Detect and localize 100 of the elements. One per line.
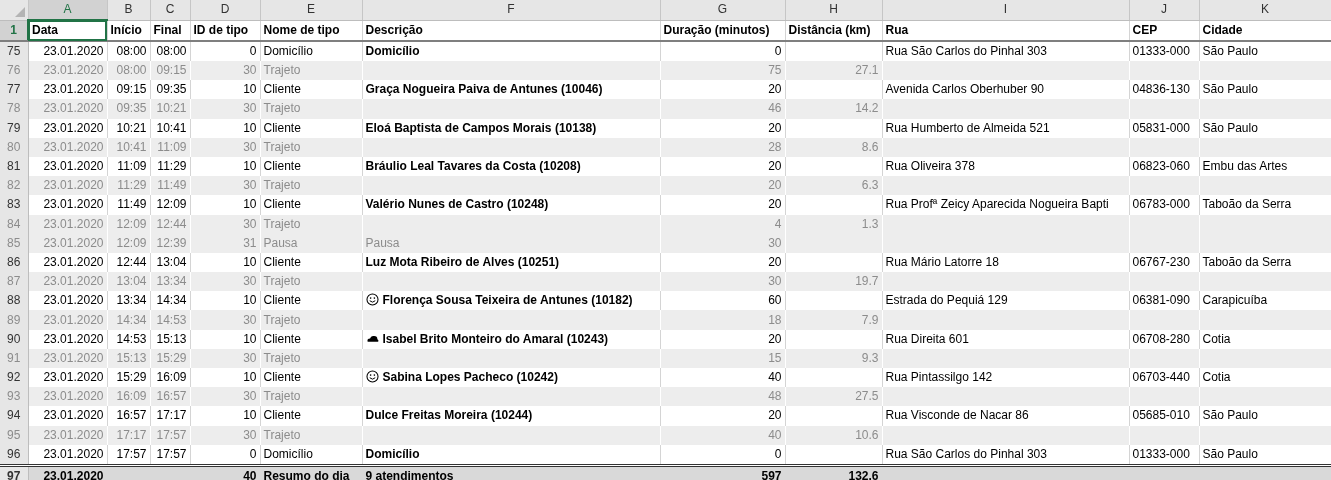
table-cell: Rua Visconde de Nacar 86	[882, 406, 1129, 426]
table-cell: 30	[190, 310, 260, 330]
header-cell[interactable]: Início	[107, 20, 150, 41]
row-number[interactable]: 86	[0, 252, 28, 273]
table-cell: Rua Direita 601	[882, 329, 1129, 349]
row-number[interactable]: 75	[0, 41, 28, 61]
table-cell: São Paulo	[1199, 118, 1331, 138]
table-cell: 20	[660, 118, 785, 138]
header-cell[interactable]: ID de tipo	[190, 20, 260, 41]
table-cell: 9 atendimentos	[362, 465, 660, 480]
table-cell: 13:34	[150, 272, 190, 292]
table-cell: 597	[660, 465, 785, 480]
row-number[interactable]: 97	[0, 465, 28, 480]
table-cell: 19.7	[785, 272, 882, 292]
column-header[interactable]: E	[260, 0, 362, 20]
row-number[interactable]: 1	[0, 20, 28, 41]
table-cell: 06708-280	[1129, 329, 1199, 349]
table-cell: 6.3	[785, 176, 882, 196]
header-cell[interactable]: Rua	[882, 20, 1129, 41]
table-cell: 12:09	[107, 214, 150, 234]
table-cell: 30	[190, 387, 260, 407]
table-cell: 30	[190, 61, 260, 81]
table-cell: 15:29	[150, 348, 190, 368]
row-number[interactable]: 88	[0, 291, 28, 311]
table-cell: Trajeto	[260, 310, 362, 330]
column-header[interactable]: F	[362, 0, 660, 20]
table-cell: 30	[660, 272, 785, 292]
row-number[interactable]: 77	[0, 80, 28, 100]
table-cell: Taboão da Serra	[1199, 195, 1331, 215]
table-cell: 13:04	[107, 272, 150, 292]
header-cell[interactable]: Duração (minutos)	[660, 20, 785, 41]
table-cell: 30	[190, 348, 260, 368]
table-cell: 14:53	[107, 329, 150, 349]
table-cell: Trajeto	[260, 348, 362, 368]
table-cell: 23.01.2020	[28, 176, 107, 196]
table-cell: 132.6	[785, 465, 882, 480]
table-cell: 05831-000	[1129, 118, 1199, 138]
header-cell[interactable]: CEP	[1129, 20, 1199, 41]
table-cell: 11:49	[107, 195, 150, 215]
table-cell: 10:41	[150, 118, 190, 138]
table-cell: 10	[190, 118, 260, 138]
table-cell: Rua Profª Zeicy Aparecida Nogueira Bapti	[882, 195, 1129, 215]
header-cell[interactable]: Final	[150, 20, 190, 41]
header-cell[interactable]: Distância (km)	[785, 20, 882, 41]
table-cell: 12:44	[150, 214, 190, 234]
select-all-corner-icon[interactable]	[15, 7, 25, 18]
column-header[interactable]: K	[1199, 0, 1331, 20]
table-cell: 46	[660, 99, 785, 119]
table-cell: 10	[190, 329, 260, 349]
table-cell: Trajeto	[260, 176, 362, 196]
header-cell[interactable]: Data	[28, 20, 107, 41]
row-number[interactable]: 79	[0, 118, 28, 138]
header-cell[interactable]: Nome de tipo	[260, 20, 362, 41]
table-cell: 17:57	[150, 425, 190, 445]
table-cell: 23.01.2020	[28, 310, 107, 330]
smiley-icon	[365, 293, 379, 307]
table-cell: Dulce Freitas Moreira (10244)	[362, 406, 660, 426]
row-number[interactable]: 90	[0, 329, 28, 349]
table-cell: 20	[660, 406, 785, 426]
row-number[interactable]: 81	[0, 156, 28, 177]
table-cell: 17:17	[150, 406, 190, 426]
table-cell: 10:41	[107, 137, 150, 157]
table-cell: Trajeto	[260, 387, 362, 407]
column-header[interactable]: D	[190, 0, 260, 20]
table-cell: 23.01.2020	[28, 137, 107, 157]
table-cell: 09:35	[107, 99, 150, 119]
table-cell: 23.01.2020	[28, 61, 107, 81]
table-cell: 23.01.2020	[28, 387, 107, 407]
column-header[interactable]: G	[660, 0, 785, 20]
table-cell: 28	[660, 137, 785, 157]
table-cell: 27.1	[785, 61, 882, 81]
header-cell[interactable]: Descrição	[362, 20, 660, 41]
header-cell[interactable]: Cidade	[1199, 20, 1331, 41]
table-cell: 1.3	[785, 214, 882, 234]
row-number[interactable]: 94	[0, 406, 28, 426]
table-cell: 23.01.2020	[28, 348, 107, 368]
table-cell: 20	[660, 329, 785, 349]
column-header[interactable]: B	[107, 0, 150, 20]
table-cell: 15	[660, 348, 785, 368]
column-header[interactable]: A	[28, 0, 107, 20]
table-cell: Eloá Baptista de Campos Morais (10138)	[362, 118, 660, 138]
row-number[interactable]: 92	[0, 368, 28, 388]
table-cell: 12:09	[150, 195, 190, 215]
table-cell: 10:21	[107, 118, 150, 138]
column-header[interactable]: J	[1129, 0, 1199, 20]
table-cell: 23.01.2020	[28, 465, 107, 480]
column-header[interactable]: H	[785, 0, 882, 20]
table-cell: 40	[190, 465, 260, 480]
table-cell: 06783-000	[1129, 195, 1199, 215]
table-cell: 27.5	[785, 387, 882, 407]
table-cell: Isabel Brito Monteiro do Amaral (10243)	[382, 331, 609, 346]
table-cell: 30	[190, 425, 260, 445]
row-number[interactable]: 83	[0, 195, 28, 215]
table-cell: 23.01.2020	[28, 195, 107, 215]
column-header[interactable]: I	[882, 0, 1129, 20]
table-cell: 14.2	[785, 99, 882, 119]
table-cell: 23.01.2020	[28, 272, 107, 292]
table-cell: 20	[660, 176, 785, 196]
column-header[interactable]: C	[150, 0, 190, 20]
table-cell: São Paulo	[1199, 406, 1331, 426]
